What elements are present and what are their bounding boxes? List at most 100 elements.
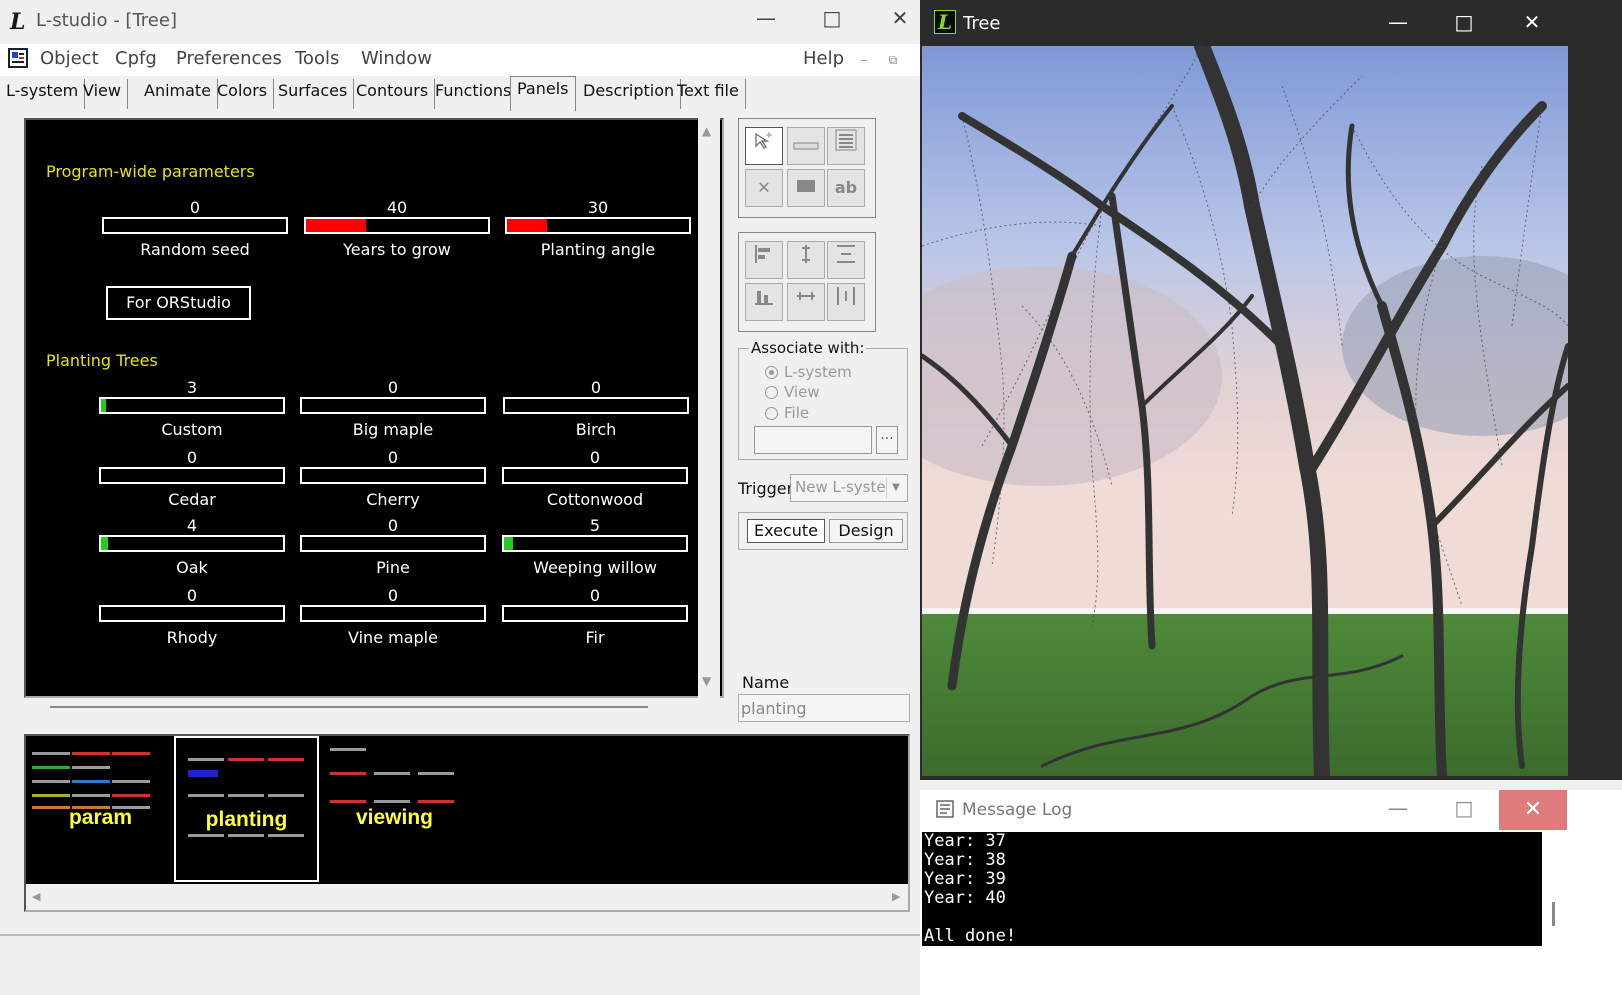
mini-slider bbox=[228, 834, 264, 837]
thumbnail-param[interactable]: param bbox=[28, 736, 173, 882]
slider-value: 0 bbox=[186, 586, 198, 605]
close-icon[interactable]: ✕ bbox=[880, 6, 920, 30]
menu-help[interactable]: Help bbox=[803, 48, 844, 69]
mini-slider bbox=[330, 772, 366, 775]
slider-track[interactable] bbox=[503, 397, 689, 414]
tab-text-file[interactable]: Text file bbox=[671, 79, 746, 109]
minimize-icon[interactable]: — bbox=[746, 6, 786, 30]
minimize-icon[interactable]: — bbox=[1378, 796, 1418, 820]
scroll-right-icon[interactable]: ▶ bbox=[892, 890, 900, 903]
mini-button bbox=[188, 770, 218, 777]
panel-vertical-scrollbar[interactable]: ▲ ▼ bbox=[698, 118, 720, 698]
tab-animate[interactable]: Animate bbox=[138, 79, 219, 109]
button-tool-icon[interactable] bbox=[787, 169, 825, 207]
lstudio-logo-icon: L bbox=[10, 9, 26, 35]
tab-view[interactable]: View bbox=[77, 79, 128, 109]
scroll-down-icon[interactable]: ▼ bbox=[702, 674, 711, 688]
slider-label: Rhody bbox=[166, 628, 218, 647]
radio-label: View bbox=[784, 383, 820, 401]
tab-panels[interactable]: Panels bbox=[510, 76, 576, 111]
slider-track[interactable] bbox=[300, 535, 486, 552]
mdi-restore-icon[interactable]: ⧉ bbox=[885, 52, 901, 68]
slider-track[interactable] bbox=[102, 217, 288, 234]
menu-bar: Object Cpfg Preferences Tools Window Hel… bbox=[0, 44, 950, 76]
browse-button[interactable]: ... bbox=[876, 426, 898, 454]
slider-label: Pine bbox=[376, 558, 410, 577]
tab-description[interactable]: Description bbox=[577, 79, 682, 109]
thumbnail-viewing[interactable]: viewing bbox=[322, 736, 467, 882]
message-log-scrollbar[interactable] bbox=[1542, 832, 1568, 946]
slider-track[interactable] bbox=[99, 467, 285, 484]
slider-track[interactable] bbox=[505, 217, 691, 234]
slider-track[interactable] bbox=[300, 605, 486, 622]
maximize-icon[interactable]: □ bbox=[1444, 10, 1484, 34]
close-icon[interactable]: ✕ bbox=[1499, 790, 1567, 830]
radio-file[interactable]: File bbox=[765, 404, 809, 422]
slider-fill bbox=[504, 537, 514, 550]
panel-horizontal-scrollbar[interactable] bbox=[50, 706, 648, 708]
trigger-select[interactable]: New L-syste ▼ bbox=[790, 474, 908, 502]
scroll-left-icon[interactable]: ◀ bbox=[32, 890, 40, 903]
slider-label: Cedar bbox=[168, 490, 216, 509]
slider-track[interactable] bbox=[99, 535, 285, 552]
menu-window[interactable]: Window bbox=[361, 48, 432, 69]
thumbnail-label: param bbox=[68, 806, 133, 829]
for-orstudio-button[interactable]: For ORStudio bbox=[106, 286, 251, 320]
tab-surfaces[interactable]: Surfaces bbox=[272, 79, 355, 109]
tree-render-viewport[interactable] bbox=[922, 46, 1568, 776]
slider-track[interactable] bbox=[502, 467, 688, 484]
slider-value: 0 bbox=[589, 586, 601, 605]
slider-track[interactable] bbox=[300, 397, 486, 414]
document-icon[interactable] bbox=[8, 48, 28, 68]
mini-slider bbox=[188, 758, 224, 761]
close-icon[interactable]: ✕ bbox=[1512, 10, 1552, 34]
menu-cpfg[interactable]: Cpfg bbox=[115, 48, 157, 69]
menu-preferences[interactable]: Preferences bbox=[176, 48, 282, 69]
tab-colors[interactable]: Colors bbox=[211, 79, 275, 109]
radio-view[interactable]: View bbox=[765, 383, 820, 401]
slider-value: 3 bbox=[186, 378, 198, 397]
slider-track[interactable] bbox=[99, 397, 285, 414]
mini-slider bbox=[112, 752, 150, 755]
align-hcenter-icon[interactable] bbox=[787, 283, 825, 321]
radio-lsystem[interactable]: L-system bbox=[765, 363, 852, 381]
distribute-vertical-icon[interactable] bbox=[827, 241, 865, 279]
associate-with-label: Associate with: bbox=[749, 339, 867, 357]
slider-track[interactable] bbox=[502, 605, 688, 622]
delete-tool-icon[interactable]: ✕ bbox=[745, 169, 783, 207]
scroll-up-icon[interactable]: ▲ bbox=[702, 124, 711, 138]
align-bottom-icon[interactable] bbox=[745, 283, 783, 321]
slider-track[interactable] bbox=[304, 217, 490, 234]
scroll-thumb[interactable] bbox=[1552, 902, 1555, 926]
design-button[interactable]: Design bbox=[829, 519, 903, 543]
thumbnail-planting[interactable]: planting bbox=[174, 736, 319, 882]
mdi-minimize-icon[interactable]: – bbox=[856, 52, 872, 68]
name-input[interactable]: planting bbox=[738, 694, 910, 722]
maximize-icon[interactable]: □ bbox=[1444, 796, 1484, 820]
slider-track[interactable] bbox=[300, 467, 486, 484]
menu-tool-icon[interactable] bbox=[827, 127, 865, 165]
maximize-icon[interactable]: □ bbox=[812, 6, 852, 30]
align-tool-palette bbox=[738, 232, 876, 332]
slider-tool-icon[interactable] bbox=[787, 127, 825, 165]
execute-button[interactable]: Execute bbox=[747, 519, 825, 543]
text-tool-icon[interactable]: ab bbox=[827, 169, 865, 207]
log-line: Year: 38 bbox=[924, 850, 1006, 870]
window-title: L-studio - [Tree] bbox=[36, 10, 177, 31]
distribute-horizontal-icon[interactable] bbox=[827, 283, 865, 321]
align-vcenter-icon[interactable] bbox=[787, 241, 825, 279]
align-left-icon[interactable] bbox=[745, 241, 783, 279]
tab-functions[interactable]: Functions bbox=[429, 79, 519, 109]
chevron-down-icon[interactable]: ▼ bbox=[886, 478, 905, 498]
menu-object[interactable]: Object bbox=[40, 48, 99, 69]
slider-track[interactable] bbox=[99, 605, 285, 622]
file-path-input[interactable] bbox=[754, 426, 872, 454]
pointer-tool-icon[interactable] bbox=[745, 127, 783, 165]
lstudio-logo-icon: L bbox=[934, 10, 956, 34]
minimize-icon[interactable]: — bbox=[1378, 10, 1418, 34]
panel-editor[interactable]: Program-wide parameters 0 Random seed 40… bbox=[24, 118, 724, 698]
menu-tools[interactable]: Tools bbox=[295, 48, 339, 69]
tab-lsystem[interactable]: L-system bbox=[0, 79, 86, 109]
tab-contours[interactable]: Contours bbox=[350, 79, 436, 109]
slider-track[interactable] bbox=[502, 535, 688, 552]
